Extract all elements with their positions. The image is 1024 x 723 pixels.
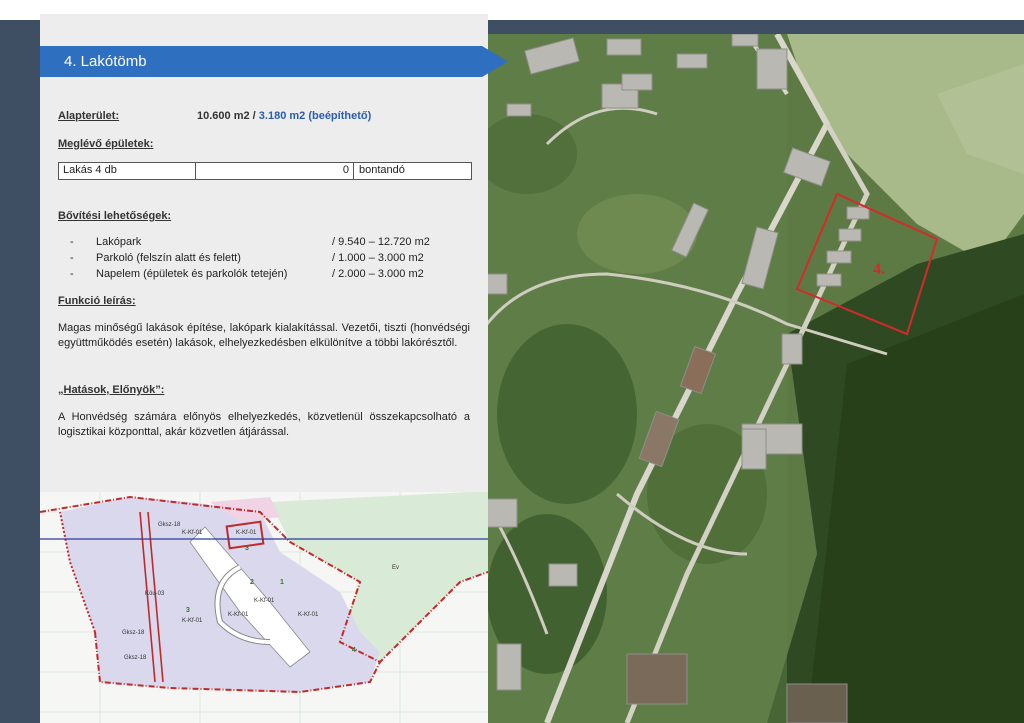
table-divider (353, 163, 354, 179)
zone-label: Gksz-18 (124, 655, 147, 661)
area-label: Alapterület: (58, 110, 120, 122)
zone-label: Köu-03 (145, 591, 165, 597)
zone-label: Gksz-18 (122, 630, 145, 636)
plot-number: 3 (186, 607, 190, 614)
zone-label: K-Kf-01 (298, 612, 319, 618)
plot-number-label: 4. (873, 261, 885, 278)
plot-number: 1 (280, 579, 284, 586)
table-cell-count: 0 (342, 164, 349, 176)
zone-label: K-Kf-01 (182, 618, 203, 624)
section-header: 4. Lakótömb (40, 46, 508, 77)
existing-buildings-table: Lakás 4 db 0 bontandó (58, 162, 472, 180)
function-text: Magas minőségű lakások építése, lakópark… (58, 322, 470, 349)
table-cell-status: bontandó (359, 164, 405, 176)
left-frame-bar (0, 20, 40, 723)
table-cell-name: Lakás 4 db (63, 164, 117, 176)
effects-label: „Hatások, Előnyök”: (58, 384, 165, 396)
section-title: 4. Lakótömb (64, 53, 147, 70)
expansion-label: Bővítési lehetőségek: (58, 210, 172, 222)
area-buildable: 3.180 m2 (beépíthető) (258, 110, 372, 122)
existing-buildings-label: Meglévő épületek: (58, 138, 154, 150)
area-value: 10.600 m2 / 3.180 m2 (beépíthető) (197, 110, 371, 122)
plot-number: 3 (245, 545, 249, 552)
table-divider (195, 163, 196, 179)
zone-label: Gksz-18 (158, 522, 181, 528)
zone-label: Ev (392, 565, 399, 571)
aerial-photo: 4. (487, 34, 1024, 723)
plot-number: 4 (352, 647, 356, 654)
effects-text: A Honvédség számára előnyös elhelyezkedé… (58, 411, 470, 438)
top-frame-band (487, 20, 1024, 34)
zone-label: K-Kf-01 (228, 612, 249, 618)
area-total: 10.600 m2 / (197, 110, 259, 122)
zoning-map: Gksz-18 K-Kf-01 K-Kf-01 Köu-03 K-Kf-01 K… (40, 492, 488, 723)
function-label: Funkció leírás: (58, 295, 136, 307)
zone-label: K-Kf-01 (236, 530, 257, 536)
info-panel: 4. Lakótömb Alapterület: 10.600 m2 / 3.1… (40, 14, 508, 492)
slide: 4. 4. Lakótömb Alapterület: 10.600 m2 / … (0, 0, 1024, 723)
zone-label: K-Kf-01 (254, 598, 275, 604)
plot-number: 2 (250, 579, 254, 586)
zone-label: K-Kf-01 (182, 530, 203, 536)
